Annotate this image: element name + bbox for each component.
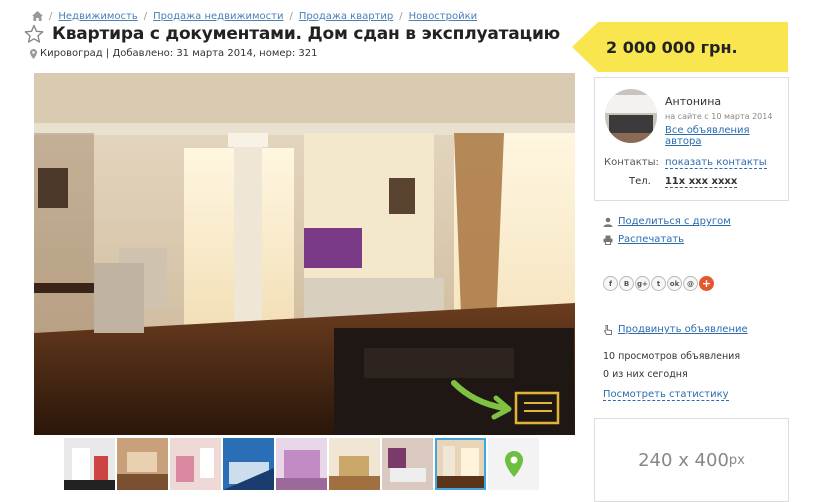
- user-icon: [603, 217, 618, 227]
- contacts-label: Контакты:: [604, 157, 659, 168]
- more-share-icon[interactable]: +: [699, 276, 714, 291]
- thumbnail-7[interactable]: [382, 438, 433, 490]
- promote-action: Продвинуть объявление: [603, 324, 748, 335]
- seller-name: Антонина: [665, 95, 722, 108]
- thumbnail-4[interactable]: [223, 438, 274, 490]
- price-value: 2 000 000 грн.: [606, 37, 738, 57]
- seller-since: на сайте с 10 марта 2014: [665, 112, 773, 121]
- promote-ad-link[interactable]: Продвинуть объявление: [618, 324, 748, 335]
- page-title: Квартира с документами. Дом сдан в экспл…: [52, 24, 560, 44]
- home-icon[interactable]: [32, 11, 43, 21]
- thumbnail-3[interactable]: [170, 438, 221, 490]
- favorite-star-icon[interactable]: [24, 24, 44, 44]
- facebook-icon[interactable]: f: [603, 276, 618, 291]
- thumbnail-2[interactable]: [117, 438, 168, 490]
- ad-size-unit: px: [728, 452, 745, 468]
- map-pin-icon: [504, 451, 523, 477]
- listing-meta: Кировоград | Добавлено: 31 марта 2014, н…: [30, 48, 318, 59]
- views-today: 0 из них сегодня: [603, 369, 688, 380]
- ad-placeholder[interactable]: 240 x 400 px: [594, 418, 789, 502]
- breadcrumb-link-apartments-sale[interactable]: Продажа квартир: [299, 11, 393, 22]
- print-action: Распечатать: [603, 234, 684, 245]
- avatar[interactable]: [605, 89, 657, 143]
- share-action: Поделиться с другом: [603, 216, 731, 227]
- phone-value[interactable]: 11х ххх хххх: [664, 176, 738, 188]
- seller-card: Антонина на сайте с 10 марта 2014 Все об…: [594, 77, 789, 201]
- twitter-icon[interactable]: t: [651, 276, 666, 291]
- print-link[interactable]: Распечатать: [618, 234, 684, 245]
- thumbnail-5[interactable]: [276, 438, 327, 490]
- odnoklassniki-icon[interactable]: ok: [667, 276, 682, 291]
- phone-label: Тел.: [629, 176, 651, 187]
- social-share-buttons: f B g+ t ok @ +: [603, 276, 714, 291]
- main-photo[interactable]: [34, 73, 575, 435]
- ad-size: 240 x 400: [638, 449, 729, 471]
- price-tag: 2 000 000 грн.: [572, 22, 788, 72]
- mail-ru-icon[interactable]: @: [683, 276, 698, 291]
- hand-pointer-icon: [603, 324, 618, 335]
- show-contacts-link[interactable]: показать контакты: [665, 157, 767, 169]
- map-button[interactable]: [488, 438, 539, 490]
- share-with-friend-link[interactable]: Поделиться с другом: [618, 216, 731, 227]
- thumbnail-6[interactable]: [329, 438, 380, 490]
- location-pin-icon: [30, 48, 40, 59]
- views-count: 10 просмотров объявления: [603, 351, 741, 362]
- google-plus-icon[interactable]: g+: [635, 276, 650, 291]
- breadcrumb-link-realty[interactable]: Недвижимость: [58, 11, 137, 22]
- thumbnail-8-active[interactable]: [435, 438, 486, 490]
- thumbnail-strip: [64, 438, 539, 490]
- thumbnail-1[interactable]: [64, 438, 115, 490]
- contacts-row: Контакты: показать контакты: [604, 157, 767, 169]
- breadcrumb-link-new-buildings[interactable]: Новостройки: [409, 11, 477, 22]
- view-statistics-link[interactable]: Посмотреть статистику: [603, 389, 729, 401]
- listing-meta-text: Кировоград | Добавлено: 31 марта 2014, н…: [40, 48, 318, 59]
- phone-row: Тел. 11х ххх хххх: [629, 176, 738, 188]
- vkontakte-icon[interactable]: B: [619, 276, 634, 291]
- breadcrumb: / Недвижимость / Продажа недвижимости / …: [32, 10, 477, 22]
- breadcrumb-link-realty-sale[interactable]: Продажа недвижимости: [153, 11, 283, 22]
- seller-all-ads-link[interactable]: Все объявления автора: [665, 125, 788, 147]
- printer-icon: [603, 235, 618, 245]
